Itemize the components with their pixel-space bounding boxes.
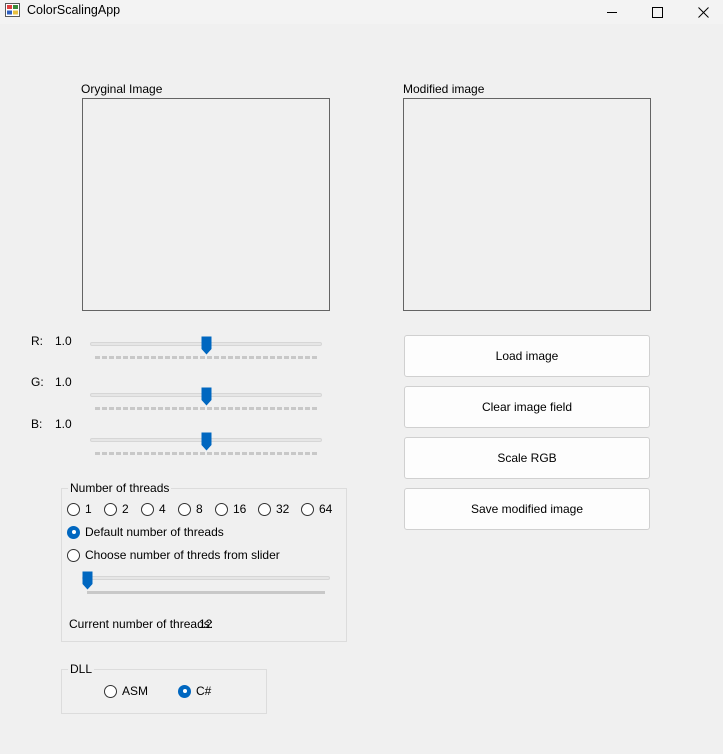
radio-circle[interactable]: [104, 502, 117, 516]
original-image-box: [82, 98, 330, 311]
b-slider[interactable]: [90, 428, 322, 460]
threads-slider-thumb[interactable]: [82, 571, 93, 590]
threads-option-4[interactable]: 4: [141, 502, 166, 516]
scale-rgb-button[interactable]: Scale RGB: [404, 437, 650, 479]
dll-option-asm[interactable]: ASM: [104, 684, 148, 698]
window-title: ColorScalingApp: [27, 3, 121, 17]
r-label: R:: [31, 334, 43, 348]
threads-slider[interactable]: [82, 570, 330, 598]
radio-circle[interactable]: [215, 502, 228, 516]
radio-circle[interactable]: [67, 502, 80, 516]
r-slider-ticks: [95, 356, 317, 359]
load-image-button[interactable]: Load image: [404, 335, 650, 377]
clear-image-field-button[interactable]: Clear image field: [404, 386, 650, 428]
current-threads-value: 12: [199, 617, 213, 631]
threads-option-1[interactable]: 1: [67, 502, 92, 516]
radio-circle[interactable]: [67, 525, 80, 539]
b-value: 1.0: [55, 417, 72, 431]
g-label: G:: [31, 375, 44, 389]
g-value: 1.0: [55, 375, 72, 389]
radio-circle[interactable]: [178, 502, 191, 516]
dll-group-legend: DLL: [68, 662, 95, 676]
threads-slider-track: [82, 576, 330, 580]
radio-circle[interactable]: [301, 502, 314, 516]
radio-circle[interactable]: [67, 548, 80, 562]
close-icon: [697, 6, 709, 18]
r-value: 1.0: [55, 334, 72, 348]
original-image-label: Oryginal Image: [81, 82, 163, 96]
g-slider[interactable]: [90, 383, 322, 415]
radio-circle[interactable]: [178, 684, 191, 698]
minimize-button[interactable]: [589, 0, 635, 24]
threads-option-label: 1: [85, 502, 92, 516]
radio-circle[interactable]: [258, 502, 271, 516]
r-slider-thumb[interactable]: [201, 336, 212, 355]
threads-option-64[interactable]: 64: [301, 502, 332, 516]
threads-option-label: 32: [276, 502, 290, 516]
slider-threads-radio[interactable]: Choose number of threds from slider: [67, 548, 280, 562]
b-label: B:: [31, 417, 43, 431]
save-modified-image-button[interactable]: Save modified image: [404, 488, 650, 530]
title-bar: ColorScalingApp: [0, 0, 723, 24]
modified-image-box: [403, 98, 651, 311]
threads-group-legend: Number of threads: [68, 481, 172, 495]
dll-option-label: C#: [196, 684, 212, 698]
default-threads-label: Default number of threads: [85, 525, 224, 539]
threads-option-label: 8: [196, 502, 203, 516]
g-slider-thumb[interactable]: [201, 387, 212, 406]
maximize-icon: [651, 6, 663, 18]
close-button[interactable]: [680, 0, 723, 24]
threads-option-16[interactable]: 16: [215, 502, 246, 516]
threads-option-label: 4: [159, 502, 166, 516]
threads-option-8[interactable]: 8: [178, 502, 203, 516]
threads-option-label: 64: [319, 502, 333, 516]
r-slider[interactable]: [90, 332, 322, 364]
threads-option-label: 16: [233, 502, 247, 516]
radio-circle[interactable]: [104, 684, 117, 698]
b-slider-ticks: [95, 452, 317, 455]
threads-option-2[interactable]: 2: [104, 502, 129, 516]
modified-image-label: Modified image: [403, 82, 485, 96]
threads-option-label: 2: [122, 502, 129, 516]
threads-slider-ticks: [87, 591, 325, 594]
g-slider-ticks: [95, 407, 317, 410]
dll-option-csharp[interactable]: C#: [178, 684, 211, 698]
radio-circle[interactable]: [141, 502, 154, 516]
slider-threads-label: Choose number of threds from slider: [85, 548, 280, 562]
current-threads-label: Current number of threads:: [69, 617, 214, 631]
threads-option-32[interactable]: 32: [258, 502, 289, 516]
default-threads-radio[interactable]: Default number of threads: [67, 525, 224, 539]
maximize-button[interactable]: [634, 0, 680, 24]
b-slider-thumb[interactable]: [201, 432, 212, 451]
app-icon: [5, 3, 20, 17]
minimize-icon: [607, 12, 617, 13]
dll-option-label: ASM: [122, 684, 149, 698]
